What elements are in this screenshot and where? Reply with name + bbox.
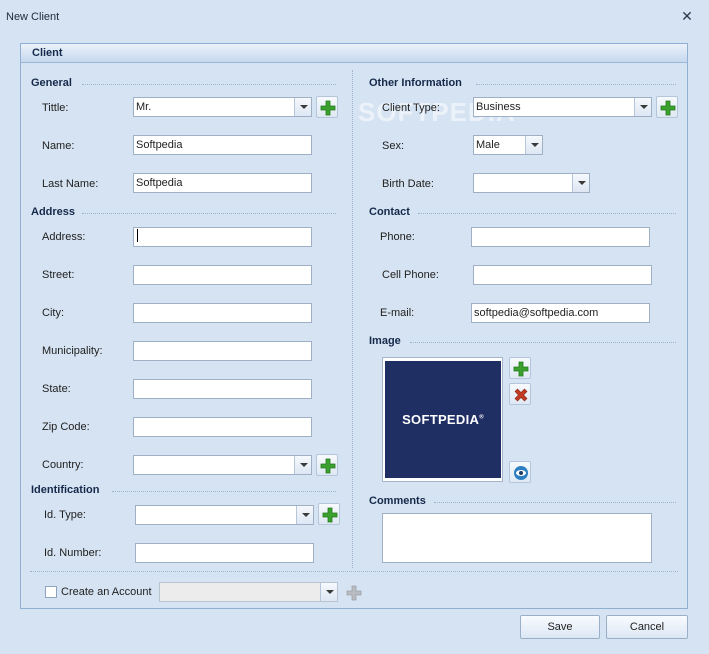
plus-icon xyxy=(320,100,336,116)
comments-section-title: Comments xyxy=(369,495,426,507)
comments-textarea[interactable] xyxy=(382,513,652,563)
name-label: Name: xyxy=(42,140,75,152)
add-client-type-button[interactable] xyxy=(656,96,678,118)
client-type-combo[interactable]: Business xyxy=(473,97,652,117)
add-country-button[interactable] xyxy=(316,454,338,476)
chevron-down-icon[interactable] xyxy=(572,174,589,192)
close-icon[interactable]: ✕ xyxy=(680,9,694,23)
last-name-label: Last Name: xyxy=(42,178,99,190)
client-image-logo: SOFTPEDIA® xyxy=(402,412,484,427)
birth-date-label: Birth Date: xyxy=(382,178,434,190)
state-label: State: xyxy=(42,383,71,395)
address-input[interactable] xyxy=(133,227,312,247)
plus-icon xyxy=(322,507,338,523)
other-info-section-title: Other Information xyxy=(369,77,462,89)
sex-combo-value: Male xyxy=(476,139,500,151)
chevron-down-icon[interactable] xyxy=(525,136,542,154)
general-separator xyxy=(82,84,336,85)
city-input[interactable] xyxy=(133,303,312,323)
street-input[interactable] xyxy=(133,265,312,285)
address-section-title: Address xyxy=(31,206,76,218)
id-number-input[interactable] xyxy=(135,543,314,563)
last-name-input[interactable]: Softpedia xyxy=(133,173,312,193)
street-label: Street: xyxy=(42,269,75,281)
cancel-button[interactable]: Cancel xyxy=(606,615,688,639)
title-combo[interactable]: Mr. xyxy=(133,97,312,117)
address-separator xyxy=(82,213,336,214)
cell-phone-input[interactable] xyxy=(473,265,652,285)
sex-label: Sex: xyxy=(382,140,405,152)
title-label: Tittle: xyxy=(42,102,69,114)
chevron-down-icon[interactable] xyxy=(296,506,313,524)
client-group-header xyxy=(21,44,687,63)
view-image-button[interactable] xyxy=(509,461,531,483)
cell-phone-label: Cell Phone: xyxy=(382,269,439,281)
image-separator xyxy=(410,342,676,343)
sex-combo[interactable]: Male xyxy=(473,135,543,155)
plus-icon xyxy=(660,100,676,116)
client-group-title: Client xyxy=(32,47,63,59)
save-button[interactable]: Save xyxy=(520,615,600,639)
other-info-separator xyxy=(476,84,676,85)
column-divider xyxy=(352,70,353,568)
text-caret xyxy=(137,229,138,242)
plus-icon xyxy=(320,458,336,474)
zip-code-input[interactable] xyxy=(133,417,312,437)
id-type-label: Id. Type: xyxy=(44,509,86,521)
create-account-checkbox[interactable] xyxy=(45,586,57,598)
delete-x-icon xyxy=(514,388,528,402)
add-title-button[interactable] xyxy=(316,96,338,118)
title-combo-value: Mr. xyxy=(136,101,152,113)
add-id-type-button[interactable] xyxy=(318,503,340,525)
chevron-down-icon xyxy=(320,583,337,601)
create-account-label[interactable]: Create an Account xyxy=(61,586,152,598)
chevron-down-icon[interactable] xyxy=(294,456,311,474)
municipality-label: Municipality: xyxy=(42,345,103,357)
comments-separator xyxy=(434,502,676,503)
identification-section-title: Identification xyxy=(31,484,100,496)
id-number-label: Id. Number: xyxy=(44,547,102,559)
general-section-title: General xyxy=(31,77,72,89)
eye-view-icon xyxy=(514,466,528,480)
add-image-button[interactable] xyxy=(509,357,531,379)
identification-separator xyxy=(112,491,336,492)
chevron-down-icon[interactable] xyxy=(294,98,311,116)
country-combo[interactable] xyxy=(133,455,312,475)
client-type-label: Client Type: xyxy=(382,102,440,114)
municipality-input[interactable] xyxy=(133,341,312,361)
client-type-combo-value: Business xyxy=(476,101,521,113)
birth-date-picker[interactable] xyxy=(473,173,590,193)
image-section-title: Image xyxy=(369,335,401,347)
address-label: Address: xyxy=(42,231,86,243)
account-combo xyxy=(159,582,338,602)
zip-code-label: Zip Code: xyxy=(42,421,90,433)
window-title: New Client xyxy=(6,11,60,23)
account-separator xyxy=(30,571,678,572)
phone-input[interactable] xyxy=(471,227,650,247)
plus-icon xyxy=(346,585,362,601)
delete-image-button[interactable] xyxy=(509,383,531,405)
city-label: City: xyxy=(42,307,64,319)
contact-section-title: Contact xyxy=(369,206,410,218)
phone-label: Phone: xyxy=(380,231,415,243)
id-type-combo[interactable] xyxy=(135,505,314,525)
country-label: Country: xyxy=(42,459,84,471)
contact-separator xyxy=(418,213,676,214)
plus-icon xyxy=(513,361,529,377)
chevron-down-icon[interactable] xyxy=(634,98,651,116)
name-input[interactable]: Softpedia xyxy=(133,135,312,155)
email-label: E-mail: xyxy=(380,307,415,319)
email-input[interactable]: softpedia@softpedia.com xyxy=(471,303,650,323)
add-account-button xyxy=(342,581,364,603)
state-input[interactable] xyxy=(133,379,312,399)
